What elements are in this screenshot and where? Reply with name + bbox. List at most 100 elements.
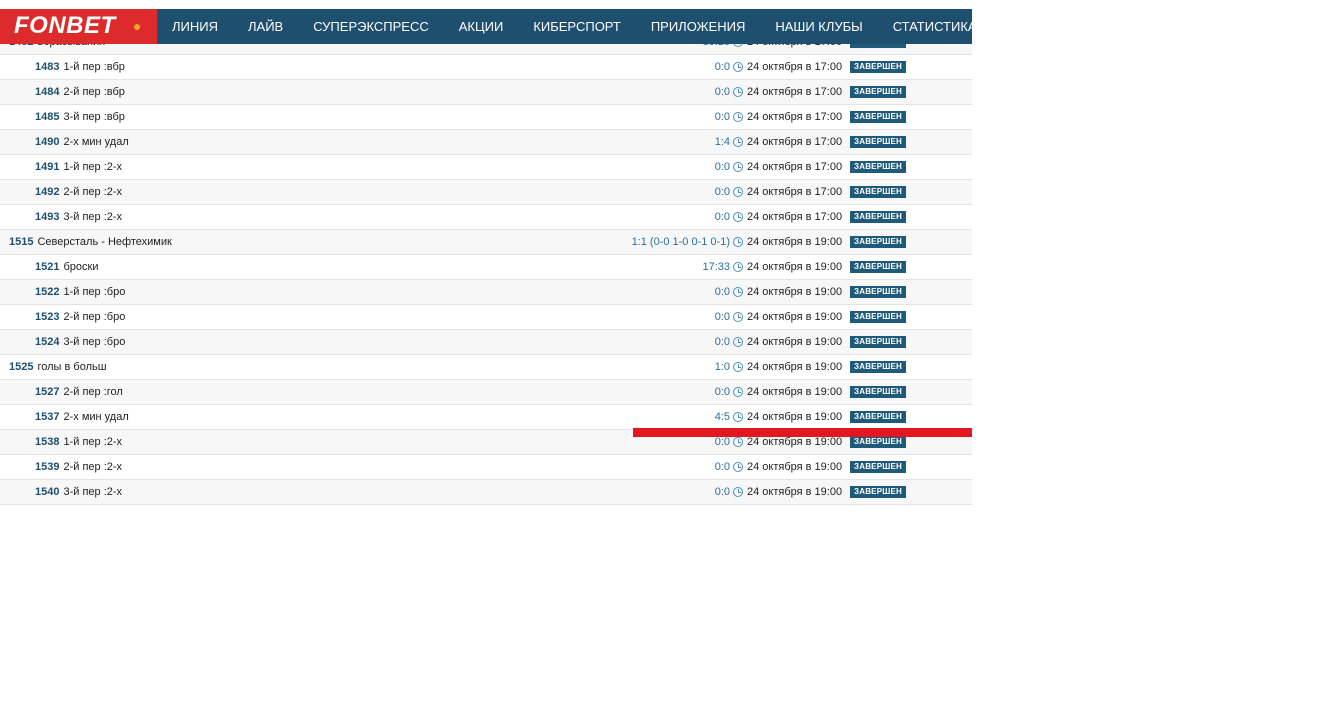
- event-score: 0:0: [714, 486, 730, 498]
- status-badge: ЗАВЕРШЕН: [850, 211, 906, 223]
- event-cell: 1523 2-й пер :бро: [35, 305, 125, 329]
- event-number: 1484: [35, 86, 60, 98]
- status-badge: ЗАВЕРШЕН: [850, 61, 906, 73]
- nav-item-4[interactable]: КИБЕРСПОРТ: [518, 9, 636, 44]
- nav-item-5[interactable]: ПРИЛОЖЕНИЯ: [636, 9, 761, 44]
- event-name: 2-й пер :бро: [63, 311, 126, 323]
- status-badge: ЗАВЕРШЕН: [850, 411, 906, 423]
- event-number: 1522: [35, 286, 60, 298]
- event-name: броски: [63, 261, 99, 273]
- event-date: 24 октября в 19:00: [747, 486, 843, 498]
- nav-item-2[interactable]: СУПЕРЭКСПРЕСС: [298, 9, 444, 44]
- result-row[interactable]: 1525 голы в больш 1:0 24 октября в 19:00 ЗАВ…: [0, 355, 972, 380]
- nav-item-7[interactable]: СТАТИСТИКА: [878, 9, 972, 44]
- event-score: 0:0: [714, 461, 730, 473]
- result-row[interactable]: 1492 2-й пер :2-х 0:0 24 октября в 17:00 ЗАВ…: [0, 180, 972, 205]
- status-badge: ЗАВЕРШЕН: [850, 461, 906, 473]
- result-row[interactable]: 1524 3-й пер :бро 0:0 24 октября в 19:00 ЗАВ…: [0, 330, 972, 355]
- event-name: голы в больш: [37, 361, 107, 373]
- result-row[interactable]: 1522 1-й пер :бро 0:0 24 октября в 19:00 ЗАВ…: [0, 280, 972, 305]
- result-row[interactable]: 1484 2-й пер :вбр 0:0 24 октября в 17:00 ЗАВ…: [0, 80, 972, 105]
- status-badge: ЗАВЕРШЕН: [850, 86, 906, 98]
- event-score: 1:4: [714, 136, 730, 148]
- event-score: 1:0: [714, 361, 730, 373]
- result-row[interactable]: 1521 броски 17:33 24 октября в 19:00 ЗАВЕРШЕ…: [0, 255, 972, 280]
- event-name: 1-й пер :2-х: [63, 161, 123, 173]
- event-date: 24 октября в 17:00: [747, 61, 843, 73]
- event-date: 24 октября в 19:00: [747, 311, 843, 323]
- fonbet-logo[interactable]: FONBET: [0, 9, 157, 44]
- event-cell: 1515 Северсталь - Нефтехимик: [9, 230, 172, 254]
- event-name: Северсталь - Нефтехимик: [37, 236, 172, 248]
- event-name: 2-х мин удал: [63, 136, 129, 148]
- event-date: 24 октября в 19:00: [747, 386, 843, 398]
- result-row[interactable]: 1490 2-х мин удал 1:4 24 октября в 17:00 ЗАВ…: [0, 130, 972, 155]
- event-score: 0:0: [714, 286, 730, 298]
- event-number: 1490: [35, 136, 60, 148]
- result-row[interactable]: 1539 2-й пер :2-х 0:0 24 октября в 19:00 ЗАВ…: [0, 455, 972, 480]
- event-score: 0:0: [714, 211, 730, 223]
- clock-icon: [733, 437, 743, 447]
- event-number: 1538: [35, 436, 60, 448]
- event-number: 1525: [9, 361, 34, 373]
- event-number: 1493: [35, 211, 60, 223]
- clock-icon: [733, 412, 743, 422]
- event-score: 4:5: [714, 411, 730, 423]
- event-cell: 1521 броски: [35, 255, 98, 279]
- result-row[interactable]: 1527 2-й пер :гол 0:0 24 октября в 19:00 ЗАВ…: [0, 380, 972, 405]
- result-row[interactable]: 1483 1-й пер :вбр 0:0 24 октября в 17:00 ЗАВ…: [0, 55, 972, 80]
- status-badge: ЗАВЕРШЕН: [850, 386, 906, 398]
- event-date: 24 октября в 17:00: [747, 186, 843, 198]
- event-date: 24 октября в 19:00: [747, 361, 843, 373]
- event-date: 24 октября в 19:00: [747, 286, 843, 298]
- result-row[interactable]: 1515 Северсталь - Нефтехимик 1:1 (0-0 1-0 …: [0, 230, 972, 255]
- clock-icon: [733, 287, 743, 297]
- event-number: 1524: [35, 336, 60, 348]
- event-score: 0:0: [714, 61, 730, 73]
- event-date: 24 октября в 19:00: [747, 236, 843, 248]
- result-row[interactable]: 1537 2-х мин удал 4:5 24 октября в 19:00 ЗАВ…: [0, 405, 972, 430]
- status-badge: ЗАВЕРШЕН: [850, 336, 906, 348]
- nav-item-1[interactable]: ЛАЙВ: [233, 9, 298, 44]
- top-header: FONBET ЛИНИЯ ЛАЙВ СУПЕРЭКСПРЕСС АКЦИИ КИБЕРС…: [0, 9, 972, 44]
- event-number: 1537: [35, 411, 60, 423]
- event-name: 3-й пер :вбр: [63, 111, 125, 123]
- event-score: 17:33: [702, 261, 730, 273]
- event-date: 24 октября в 17:00: [747, 86, 843, 98]
- nav-item-3[interactable]: АКЦИИ: [444, 9, 519, 44]
- event-score: 0:0: [714, 311, 730, 323]
- nav-item-6[interactable]: НАШИ КЛУБЫ: [760, 9, 877, 44]
- event-cell: 1538 1-й пер :2-х: [35, 430, 122, 454]
- event-cell: 1484 2-й пер :вбр: [35, 80, 125, 104]
- event-cell: 1522 1-й пер :бро: [35, 280, 125, 304]
- status-badge: ЗАВЕРШЕН: [850, 186, 906, 198]
- red-highlight-marker: [633, 428, 972, 437]
- status-badge: ЗАВЕРШЕН: [850, 261, 906, 273]
- event-name: 3-й пер :2-х: [63, 486, 123, 498]
- event-name: 3-й пер :бро: [63, 336, 126, 348]
- event-score: 1:1 (0-0 1-0 0-1 0-1): [631, 236, 730, 248]
- event-score: 0:0: [714, 111, 730, 123]
- result-row[interactable]: 1540 3-й пер :2-х 0:0 24 октября в 19:00 ЗАВ…: [0, 480, 972, 505]
- event-date: 24 октября в 19:00: [747, 336, 843, 348]
- event-score: 0:0: [714, 186, 730, 198]
- event-name: 2-й пер :2-х: [63, 186, 123, 198]
- clock-icon: [733, 237, 743, 247]
- result-row[interactable]: 1485 3-й пер :вбр 0:0 24 октября в 17:00 ЗАВ…: [0, 105, 972, 130]
- event-cell: 1483 1-й пер :вбр: [35, 55, 125, 79]
- event-number: 1491: [35, 161, 60, 173]
- clock-icon: [733, 487, 743, 497]
- event-date: 24 октября в 17:00: [747, 111, 843, 123]
- event-number: 1523: [35, 311, 60, 323]
- event-name: 2-й пер :гол: [63, 386, 123, 398]
- clock-icon: [733, 312, 743, 322]
- nav-item-0[interactable]: ЛИНИЯ: [157, 9, 233, 44]
- event-number: 1483: [35, 61, 60, 73]
- result-row[interactable]: 1491 1-й пер :2-х 0:0 24 октября в 17:00 ЗАВ…: [0, 155, 972, 180]
- event-date: 24 октября в 19:00: [747, 461, 843, 473]
- event-name: 1-й пер :вбр: [63, 61, 125, 73]
- logo-text: FONBET: [14, 12, 116, 39]
- event-date: 24 октября в 19:00: [747, 411, 843, 423]
- result-row[interactable]: 1523 2-й пер :бро 0:0 24 октября в 19:00 ЗАВ…: [0, 305, 972, 330]
- result-row[interactable]: 1493 3-й пер :2-х 0:0 24 октября в 17:00 ЗАВ…: [0, 205, 972, 230]
